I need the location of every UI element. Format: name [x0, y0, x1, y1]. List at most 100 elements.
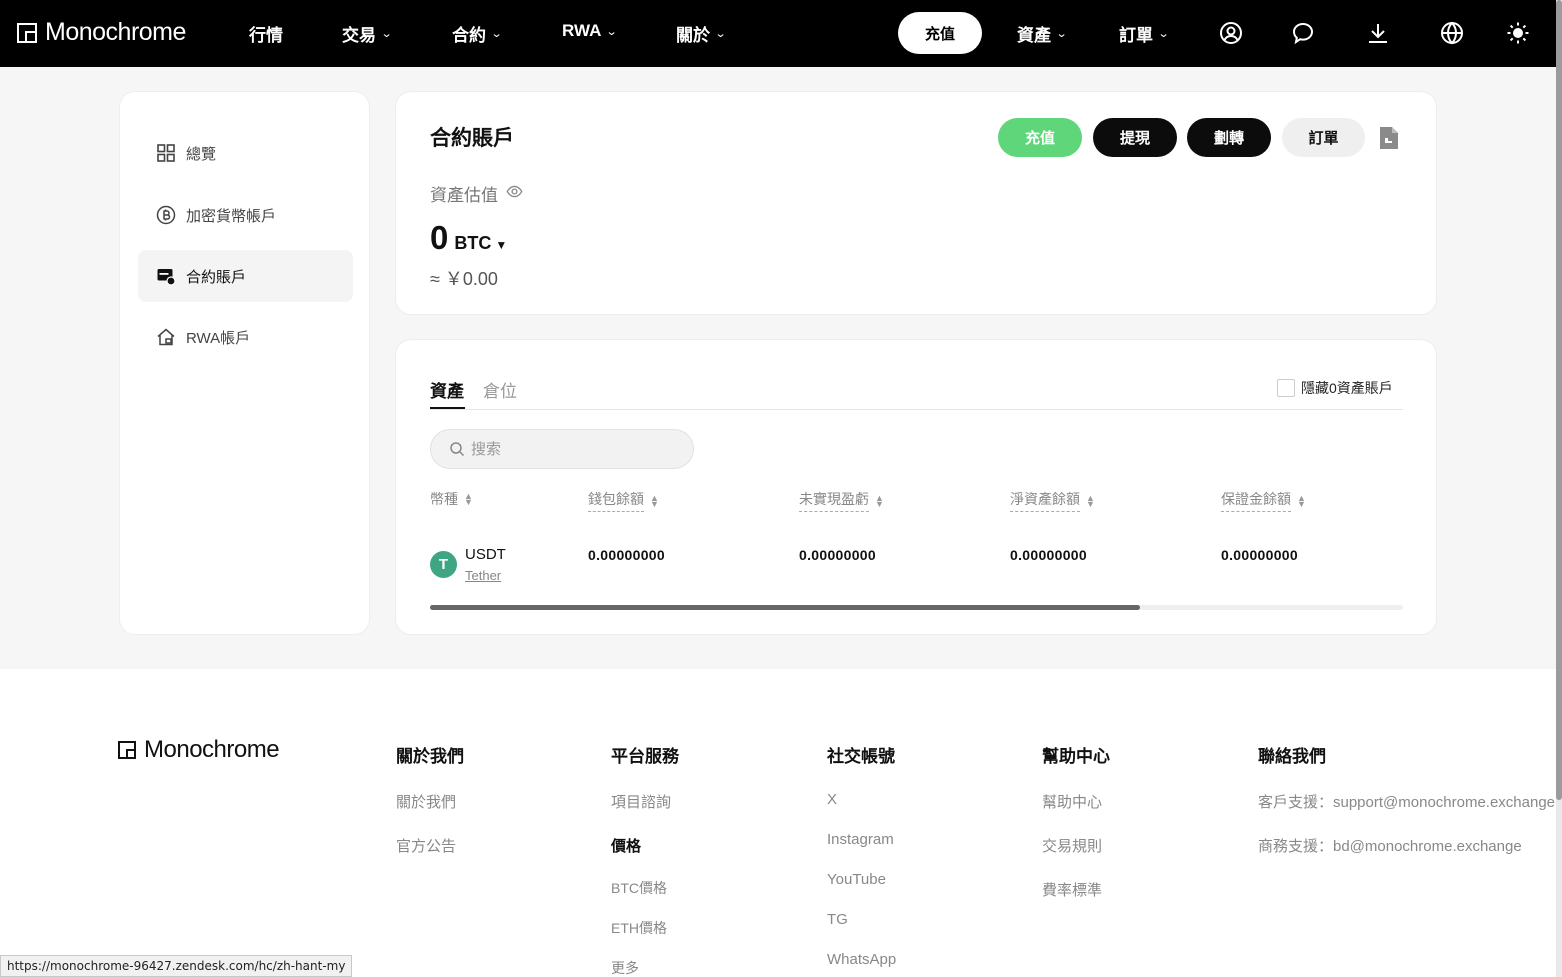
scrollbar-thumb[interactable]: [1556, 0, 1562, 800]
nav-item-label: 關於: [676, 26, 710, 45]
nav-item-assets[interactable]: 資產 ⌄: [1017, 21, 1068, 46]
footer-contact-column: 聯絡我們 客戶支援：support@monochrome.exchange 商務…: [1258, 742, 1556, 879]
nav-item-orders[interactable]: 訂單 ⌄: [1119, 21, 1170, 46]
user-icon[interactable]: [1218, 20, 1244, 46]
hide-zero-label: 隱藏0資產賬戶: [1301, 380, 1393, 396]
document-icon[interactable]: [1378, 126, 1400, 150]
column-header-label: 淨資產餘額: [1010, 489, 1080, 512]
footer-link-support-email[interactable]: 客戶支援：support@monochrome.exchange: [1258, 791, 1556, 812]
footer-link-eth-price[interactable]: ETH價格: [611, 918, 679, 938]
orders-button[interactable]: 訂單: [1282, 118, 1365, 157]
scrollbar-thumb[interactable]: [430, 605, 1140, 610]
tether-icon: T: [430, 551, 457, 578]
wallet-balance-cell: 0.00000000: [588, 547, 665, 563]
sort-icon: ▲ ▼: [650, 492, 659, 509]
footer-link-youtube[interactable]: YouTube: [827, 871, 896, 888]
sun-icon[interactable]: [1505, 20, 1531, 46]
footer-link-business-email[interactable]: 商務支援：bd@monochrome.exchange: [1258, 835, 1556, 856]
hide-zero-checkbox[interactable]: [1277, 379, 1295, 397]
footer-link-fee-rates[interactable]: 費率標準: [1042, 879, 1110, 900]
nav-item-label: RWA: [562, 21, 602, 40]
transfer-button[interactable]: 劃轉: [1187, 118, 1271, 157]
eye-icon[interactable]: [506, 183, 523, 205]
assets-card: 資產 倉位 隱藏0資產賬戶 幣種 ▲▼ 錢包餘額 ▲▼ 未實現盈虧 ▲▼ 淨資產…: [395, 339, 1437, 635]
chevron-down-icon: ⌄: [714, 28, 727, 40]
footer-link-project-consult[interactable]: 項目諮詢: [611, 791, 679, 812]
sidebar-item-crypto-account[interactable]: 加密貨幣帳戶: [138, 189, 353, 241]
top-nav: Monochrome 行情 交易 ⌄ 合約 ⌄ RWA ⌄ 關於 ⌄ 充值 資產…: [0, 0, 1556, 67]
sidebar-item-label: RWA帳戶: [186, 329, 251, 347]
nav-item-rwa[interactable]: RWA ⌄: [562, 21, 618, 41]
nav-item-label: 行情: [249, 26, 283, 45]
footer-brand-logo[interactable]: Monochrome: [118, 736, 280, 764]
margin-balance-cell: 0.00000000: [1221, 547, 1298, 563]
withdraw-button[interactable]: 提現: [1093, 118, 1177, 157]
footer-link-trading-rules[interactable]: 交易規則: [1042, 835, 1110, 856]
column-header-wallet-balance[interactable]: 錢包餘額 ▲ ▼: [588, 489, 659, 512]
footer-brand-name: Monochrome: [144, 736, 280, 763]
download-icon[interactable]: [1365, 20, 1391, 46]
nav-item-trade[interactable]: 交易 ⌄: [342, 21, 393, 46]
column-header-coin[interactable]: 幣種 ▲ ▼: [430, 489, 473, 509]
chevron-down-icon: ⌄: [380, 28, 393, 40]
footer-link-instagram[interactable]: Instagram: [827, 831, 896, 848]
footer-link-price[interactable]: 價格: [611, 835, 679, 856]
tab-assets[interactable]: 資產: [430, 377, 464, 402]
sidebar-item-label: 加密貨幣帳戶: [186, 207, 277, 225]
search-box[interactable]: [430, 429, 694, 469]
sidebar-item-overview[interactable]: 總覽: [138, 127, 353, 179]
coin-symbol: USDT: [465, 546, 506, 563]
nav-deposit-button[interactable]: 充值: [898, 12, 982, 54]
footer-link-more[interactable]: 更多: [611, 958, 679, 977]
footer-link-whatsapp[interactable]: WhatsApp: [827, 951, 896, 968]
currency-selector[interactable]: BTC ▼: [454, 233, 507, 254]
column-header-label: 錢包餘額: [588, 489, 644, 512]
globe-icon[interactable]: [1439, 20, 1465, 46]
balance-value: 0: [430, 219, 449, 256]
nav-item-about[interactable]: 關於 ⌄: [676, 21, 727, 46]
column-header-unrealized-pnl[interactable]: 未實現盈虧 ▲ ▼: [799, 489, 884, 512]
balance-display: 0 BTC ▼: [430, 219, 507, 257]
nav-item-label: 資產: [1017, 26, 1051, 45]
unrealized-pnl-cell: 0.00000000: [799, 547, 876, 563]
footer-link-help-center[interactable]: 幫助中心: [1042, 791, 1110, 812]
house-icon: [157, 328, 175, 346]
footer-link-about-us[interactable]: 關於我們: [396, 791, 464, 812]
chat-icon[interactable]: [1290, 20, 1316, 46]
nav-item-label: 訂單: [1119, 26, 1153, 45]
footer-link-x[interactable]: X: [827, 791, 896, 808]
net-assets-cell: 0.00000000: [1010, 547, 1087, 563]
footer-link-announcements[interactable]: 官方公告: [396, 835, 464, 856]
footer-heading: 社交帳號: [827, 747, 895, 766]
nav-item-contract[interactable]: 合約 ⌄: [452, 21, 503, 46]
table-horizontal-scrollbar[interactable]: [430, 605, 1403, 610]
account-sidebar: 總覽 加密貨幣帳戶 合約賬戶 RWA帳戶: [119, 91, 370, 635]
footer-heading: 幫助中心: [1042, 747, 1110, 766]
logo-mark-icon: [118, 741, 136, 759]
deposit-button[interactable]: 充值: [998, 118, 1082, 157]
footer-heading: 關於我們: [396, 747, 464, 766]
approx-value: ≈ ￥0.00: [430, 269, 498, 289]
footer-link-btc-price[interactable]: BTC價格: [611, 878, 679, 898]
sidebar-item-contract-account[interactable]: 合約賬戶: [138, 250, 353, 302]
search-input[interactable]: [471, 440, 671, 458]
sidebar-item-rwa-account[interactable]: RWA帳戶: [138, 311, 353, 363]
column-header-label: 未實現盈虧: [799, 489, 869, 512]
column-header-net-assets[interactable]: 淨資產餘額 ▲ ▼: [1010, 489, 1095, 512]
valuation-text: 資產估值: [430, 186, 498, 205]
chevron-down-icon: ⌄: [1157, 28, 1170, 40]
caret-down-icon: ▼: [495, 238, 508, 252]
sort-icon: ▲ ▼: [1297, 492, 1306, 509]
brand-logo[interactable]: Monochrome: [17, 18, 186, 47]
coin-name-link[interactable]: Tether: [465, 568, 501, 583]
column-header-margin-balance[interactable]: 保證金餘額 ▲ ▼: [1221, 489, 1306, 512]
hide-zero-toggle[interactable]: 隱藏0資產賬戶: [1277, 378, 1393, 398]
footer-heading: 平台服務: [611, 747, 679, 766]
chevron-down-icon: ⌄: [1055, 28, 1068, 40]
footer-link-tg[interactable]: TG: [827, 911, 896, 928]
page-vertical-scrollbar[interactable]: [1556, 0, 1562, 977]
footer-about-column: 關於我們 關於我們 官方公告: [396, 742, 464, 879]
nav-item-market[interactable]: 行情: [249, 21, 283, 46]
grid-icon: [157, 144, 175, 162]
tab-positions[interactable]: 倉位: [483, 377, 517, 402]
